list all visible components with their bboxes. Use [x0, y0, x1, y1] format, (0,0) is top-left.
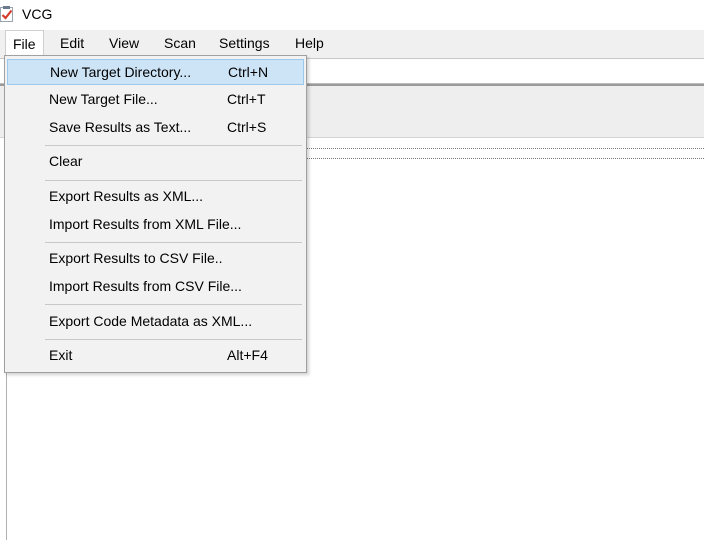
menu-item-shortcut: Ctrl+T: [227, 91, 266, 107]
menu-item-shortcut: Ctrl+S: [227, 119, 267, 135]
pane-border: [6, 372, 7, 540]
checklist-icon: [0, 6, 14, 22]
menu-item-new-target-directory[interactable]: New Target Directory... Ctrl+N: [7, 59, 304, 85]
menu-item-label: Save Results as Text...: [49, 119, 192, 135]
menu-item-label: Import Results from XML File...: [49, 216, 242, 232]
menu-item-label: Import Results from CSV File...: [49, 278, 242, 294]
menu-item-save-results-text[interactable]: Save Results as Text... Ctrl+S: [7, 115, 304, 141]
title-bar: VCG: [0, 0, 704, 30]
menu-file[interactable]: File: [5, 30, 44, 58]
menu-separator: [45, 180, 302, 181]
window-title: VCG: [22, 6, 53, 22]
menu-separator: [45, 304, 302, 305]
menu-item-label: New Target File...: [49, 91, 158, 107]
menu-item-import-csv[interactable]: Import Results from CSV File...: [7, 274, 304, 300]
menu-item-label: Export Results to CSV File..: [49, 250, 223, 266]
menu-settings[interactable]: Settings: [212, 30, 277, 58]
menu-item-label: Export Results as XML...: [49, 188, 204, 204]
menu-separator: [45, 145, 302, 146]
menu-item-label: Clear: [49, 153, 83, 169]
menu-edit[interactable]: Edit: [53, 30, 91, 58]
menu-bar: File Edit View Scan Settings Help: [0, 30, 704, 58]
menu-item-import-xml[interactable]: Import Results from XML File...: [7, 212, 304, 238]
menu-separator: [45, 339, 302, 340]
menu-item-label: Exit: [49, 347, 73, 363]
menu-scan[interactable]: Scan: [157, 30, 203, 58]
menu-item-new-target-file[interactable]: New Target File... Ctrl+T: [7, 87, 304, 113]
file-dropdown-menu: New Target Directory... Ctrl+N New Targe…: [4, 55, 307, 373]
menu-item-exit[interactable]: Exit Alt+F4: [7, 343, 304, 369]
menu-item-export-csv[interactable]: Export Results to CSV File..: [7, 246, 304, 272]
menu-item-shortcut: Alt+F4: [227, 347, 268, 363]
menu-item-export-xml[interactable]: Export Results as XML...: [7, 184, 304, 210]
menu-item-shortcut: Ctrl+N: [228, 64, 269, 80]
splitter-handle[interactable]: [306, 148, 704, 159]
menu-separator: [45, 242, 302, 243]
menu-item-label: New Target Directory...: [50, 64, 192, 80]
menu-view[interactable]: View: [102, 30, 146, 58]
menu-help[interactable]: Help: [288, 30, 331, 58]
menu-item-label: Export Code Metadata as XML...: [49, 313, 253, 329]
menu-item-clear[interactable]: Clear: [7, 149, 304, 175]
menu-item-export-code-metadata[interactable]: Export Code Metadata as XML...: [7, 309, 304, 335]
